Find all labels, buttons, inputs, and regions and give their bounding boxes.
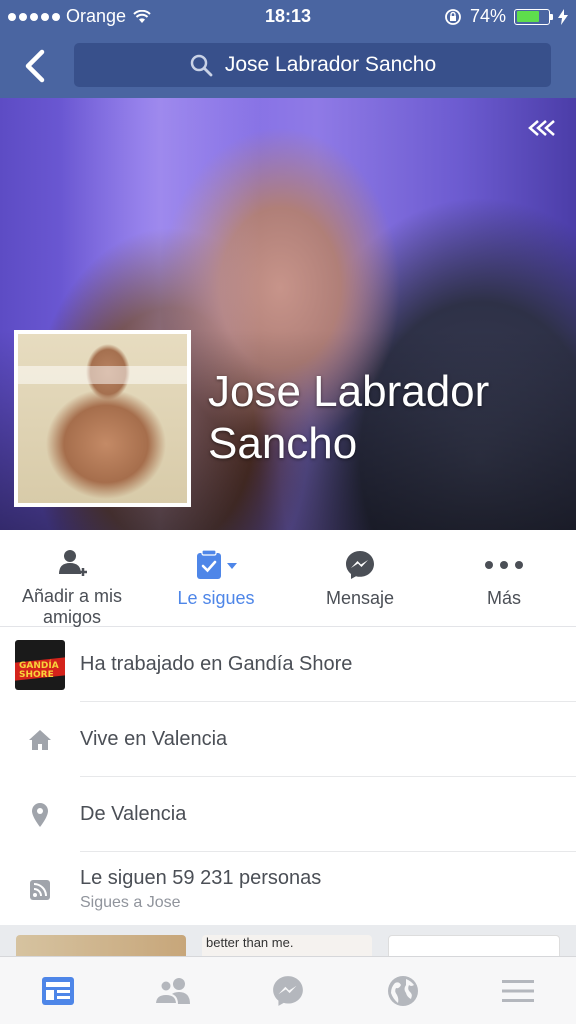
info-lives-in-text: Vive en Valencia xyxy=(80,727,228,750)
profile-actions: Añadir a mis amigos Le sigues Mensaje Má… xyxy=(0,530,576,627)
search-query: Jose Labrador Sancho xyxy=(224,53,437,76)
cover-photo[interactable]: Jose Labrador Sancho xyxy=(0,98,576,530)
messenger-icon xyxy=(346,551,374,579)
profile-picture-banner xyxy=(18,366,187,384)
more-label: Más xyxy=(486,588,521,608)
info-followers-text: Le siguen 59 231 personas xyxy=(80,867,322,889)
info-lives-in[interactable]: Vive en Valencia xyxy=(0,702,576,777)
friend-requests-icon xyxy=(153,977,190,1005)
photo-thumbnail[interactable] xyxy=(388,935,560,956)
top-bar: Orange 18:13 74% Jose Labrador Sancho xyxy=(0,0,576,98)
following-button[interactable]: Le sigues xyxy=(144,530,288,626)
add-friend-button[interactable]: Añadir a mis amigos xyxy=(0,530,144,627)
location-pin-icon xyxy=(32,802,48,827)
gandia-shore-logo: GANDÍA SHORE xyxy=(15,639,65,690)
status-right: 74% xyxy=(444,6,568,27)
info-from-text: De Valencia xyxy=(80,802,187,825)
info-from[interactable]: De Valencia xyxy=(0,777,576,852)
message-label: Mensaje xyxy=(325,588,395,608)
status-bar: Orange 18:13 74% xyxy=(0,0,576,34)
photo-thumbnail[interactable] xyxy=(16,935,186,956)
gandia-shore-logo-text: GANDÍA SHORE xyxy=(19,660,59,680)
info-work-text: Ha trabajado en Gandía Shore xyxy=(80,652,353,675)
tab-news-feed[interactable] xyxy=(0,957,115,1024)
menu-icon xyxy=(502,979,535,1002)
add-friend-icon xyxy=(59,550,87,576)
photo-strip: better than me. xyxy=(0,925,576,956)
search-input[interactable]: Jose Labrador Sancho xyxy=(74,43,551,87)
following-icon xyxy=(197,549,237,579)
photo-caption: better than me. xyxy=(206,935,294,950)
more-icon xyxy=(485,561,523,569)
profile-picture[interactable] xyxy=(14,330,191,507)
info-followers[interactable]: Le siguen 59 231 personas Sigues a Jose xyxy=(0,852,576,927)
add-friend-label: Añadir a mis amigos xyxy=(21,586,123,627)
collapse-cover-icon[interactable] xyxy=(526,118,558,138)
tab-notifications[interactable] xyxy=(346,957,461,1024)
info-followers-subtext: Sigues a Jose xyxy=(80,894,181,911)
info-work[interactable]: GANDÍA SHORE Ha trabajado en Gandía Shor… xyxy=(0,627,576,702)
more-button[interactable]: Más xyxy=(432,530,576,626)
rotation-lock-icon xyxy=(445,8,461,25)
bottom-tab-bar xyxy=(0,956,576,1024)
tab-friend-requests[interactable] xyxy=(115,957,230,1024)
battery-percent: 74% xyxy=(469,6,506,26)
home-icon xyxy=(29,729,51,750)
search-icon xyxy=(190,54,213,77)
news-feed-icon xyxy=(41,976,74,1005)
notifications-globe-icon xyxy=(388,975,419,1006)
back-button[interactable] xyxy=(18,46,52,86)
profile-name: Jose Labrador Sancho xyxy=(208,367,490,468)
profile-picture-image xyxy=(18,334,187,503)
profile-info-list: GANDÍA SHORE Ha trabajado en Gandía Shor… xyxy=(0,627,576,927)
photo-thumbnail[interactable]: better than me. xyxy=(202,935,372,956)
charging-bolt-icon xyxy=(558,8,568,25)
messenger-icon xyxy=(273,975,303,1006)
rss-icon xyxy=(30,879,50,900)
tab-messenger[interactable] xyxy=(230,957,345,1024)
message-button[interactable]: Mensaje xyxy=(288,530,432,626)
battery-fill xyxy=(516,11,540,22)
battery-icon xyxy=(514,8,553,25)
following-label: Le sigues xyxy=(177,588,255,608)
tab-menu[interactable] xyxy=(461,957,576,1024)
